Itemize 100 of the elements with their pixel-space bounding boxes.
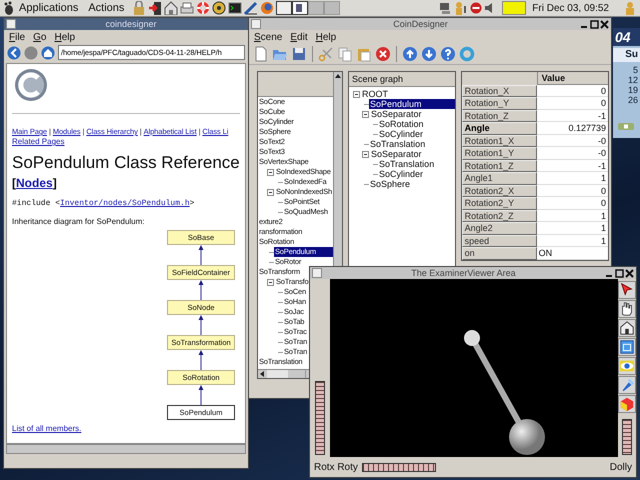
flashlight-icon[interactable] xyxy=(618,376,636,394)
field-value[interactable]: 1 xyxy=(536,222,608,234)
close-icon[interactable] xyxy=(625,268,634,278)
house-icon[interactable] xyxy=(164,1,178,15)
window-menu-button[interactable] xyxy=(312,268,322,278)
scene-graph-tree[interactable]: Scene graph ROOT SoPendulum SoSeparator SoRotation SoCylinder SoTranslation SoSeparator SoTranslation SoCylinder SoSphere xyxy=(348,71,456,267)
pen-icon[interactable] xyxy=(244,1,258,15)
field-value[interactable]: 1 xyxy=(536,234,608,247)
workspace-switcher[interactable] xyxy=(276,1,340,15)
home-icon[interactable] xyxy=(41,46,55,60)
collapse-toggle-icon[interactable] xyxy=(362,110,369,118)
field-value[interactable]: 1 xyxy=(536,210,608,222)
person-icon[interactable] xyxy=(454,1,468,15)
globe-icon[interactable] xyxy=(260,1,274,15)
tree-item[interactable]: SoCylinder xyxy=(378,169,424,179)
field-name[interactable]: Rotation2_Y xyxy=(462,197,537,210)
maximize-icon[interactable] xyxy=(590,20,599,28)
menu-item[interactable]: Edit xyxy=(290,32,308,42)
field-value[interactable]: 1 xyxy=(536,172,608,184)
tree-item[interactable]: SoTranslation xyxy=(369,139,426,149)
day-number[interactable]: 5 xyxy=(632,65,640,75)
house-icon[interactable] xyxy=(618,319,636,337)
tree-item[interactable]: SoSeparator xyxy=(370,109,423,119)
tree-item[interactable]: ROOT xyxy=(361,89,389,99)
back-icon[interactable] xyxy=(7,46,21,60)
exit-icon[interactable] xyxy=(148,1,162,15)
field-value[interactable]: -1 xyxy=(536,160,608,172)
collapse-toggle-icon[interactable] xyxy=(267,188,274,196)
collapse-toggle-icon[interactable] xyxy=(362,150,369,158)
clipboard-icon[interactable] xyxy=(356,46,372,62)
nav-link[interactable]: Related Pages xyxy=(12,137,64,146)
field-name[interactable]: Angle xyxy=(462,122,537,134)
day-number[interactable]: 26 xyxy=(628,95,640,105)
clock-text[interactable]: Fri Dec 03, 09:52 xyxy=(532,2,609,14)
day-number[interactable]: 19 xyxy=(628,85,640,95)
field-name[interactable]: Rotation_X xyxy=(462,84,537,97)
field-value[interactable]: ON xyxy=(536,247,608,260)
stop-icon[interactable] xyxy=(470,2,482,14)
box-icon[interactable] xyxy=(618,338,636,356)
field-value[interactable]: 0 xyxy=(536,197,608,210)
menu-item[interactable]: Scene xyxy=(254,32,282,42)
collapse-toggle-icon[interactable] xyxy=(353,90,360,98)
window-menu-button[interactable] xyxy=(251,19,261,29)
scroll-up-icon[interactable] xyxy=(334,72,342,80)
field-value[interactable]: 0 xyxy=(536,97,608,110)
tree-item[interactable]: SoPendulum xyxy=(369,99,455,109)
scroll-left-icon[interactable] xyxy=(258,370,266,378)
panel-menu[interactable]: Applications xyxy=(19,2,78,14)
field-name[interactable]: on xyxy=(462,247,537,260)
field-name[interactable]: Angle2 xyxy=(462,222,537,234)
foot-icon[interactable] xyxy=(3,1,15,15)
disc-icon[interactable] xyxy=(212,1,226,15)
close-icon[interactable] xyxy=(600,20,609,28)
scrollbar[interactable] xyxy=(6,444,246,454)
field-value[interactable]: 0 xyxy=(536,84,608,97)
field-value[interactable]: 0.127739 xyxy=(536,122,608,134)
thumbwheel[interactable] xyxy=(622,419,632,455)
menu-item[interactable]: Go xyxy=(33,32,46,42)
field-name[interactable]: Rotation2_X xyxy=(462,184,537,197)
menu-item[interactable]: Help xyxy=(316,32,336,42)
page-icon[interactable] xyxy=(253,46,269,62)
members-link[interactable]: List of all members. xyxy=(12,424,82,433)
tree-item[interactable]: SoCylinder xyxy=(378,129,424,139)
panel-menu[interactable]: Actions xyxy=(88,2,124,14)
field-value[interactable]: -1 xyxy=(536,110,608,122)
cube-icon[interactable] xyxy=(618,395,636,413)
menu-item[interactable]: Help xyxy=(54,32,76,42)
network-icon[interactable] xyxy=(438,1,452,15)
eye-icon[interactable] xyxy=(618,357,636,375)
thumbwheel[interactable] xyxy=(315,381,325,455)
field-name[interactable]: Rotation_Z xyxy=(462,110,537,122)
arrow-cursor-icon[interactable] xyxy=(618,281,636,299)
status-applet[interactable] xyxy=(502,1,526,15)
thumbwheel[interactable] xyxy=(362,462,436,472)
field-value[interactable]: -0 xyxy=(536,134,608,147)
scrollbar[interactable] xyxy=(258,370,306,378)
tree-item[interactable]: SoRotation xyxy=(378,119,425,129)
field-name[interactable]: Angle1 xyxy=(462,172,537,184)
field-name[interactable]: Rotation1_X xyxy=(462,134,537,147)
tree-item[interactable]: SoSphere xyxy=(369,179,412,189)
field-name[interactable]: Rotation_Y xyxy=(462,97,537,110)
header-link[interactable]: Inventor/nodes/SoPendulum.h xyxy=(60,199,190,208)
window-menu-button[interactable] xyxy=(6,19,16,29)
lifebuoy-icon[interactable] xyxy=(196,1,210,15)
day-number[interactable]: 12 xyxy=(628,75,640,85)
field-name[interactable]: speed xyxy=(462,234,537,247)
field-name[interactable]: Rotation2_Z xyxy=(462,210,537,222)
help-icon[interactable] xyxy=(440,46,456,62)
tree-item[interactable]: SoTranslation xyxy=(378,159,436,169)
printer-icon[interactable] xyxy=(180,1,194,15)
field-value[interactable]: -0 xyxy=(536,147,608,160)
terminal-icon[interactable] xyxy=(228,1,242,15)
tree-item[interactable]: SoSeparator xyxy=(370,149,423,159)
field-value[interactable]: 0 xyxy=(536,184,608,197)
delete-icon[interactable] xyxy=(375,46,391,62)
field-name[interactable]: Rotation1_Z xyxy=(462,160,537,172)
collapse-toggle-icon[interactable] xyxy=(267,278,274,286)
menu-item[interactable]: File xyxy=(9,32,26,42)
hand-icon[interactable] xyxy=(618,300,636,318)
field-name[interactable]: Rotation1_Y xyxy=(462,147,537,160)
